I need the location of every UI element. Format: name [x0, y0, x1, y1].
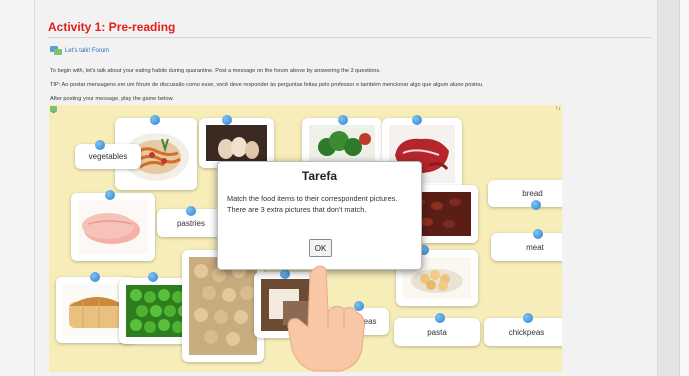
activity-title: Activity 1: Pre-reading	[48, 20, 176, 34]
drag-pin[interactable]	[533, 229, 543, 239]
drag-pin[interactable]	[186, 206, 196, 216]
drag-pin[interactable]	[531, 200, 541, 210]
label-chickpeas[interactable]: chickpeas	[484, 318, 562, 346]
game-sort-control[interactable]: ↑↓	[555, 106, 561, 112]
label-vegetables[interactable]: vegetables	[75, 144, 141, 169]
label-bread[interactable]: bread	[488, 180, 562, 207]
tip-paragraph: TIP: Ao postar mensagens em um fórum de …	[50, 82, 484, 88]
drag-pin[interactable]	[435, 313, 445, 323]
title-divider	[47, 37, 651, 38]
intro-paragraph: To begin with, let's talk about your eat…	[50, 68, 381, 74]
drag-pin[interactable]	[90, 272, 100, 282]
forum-link-text: Let's talk! Forum	[65, 47, 110, 54]
matching-game[interactable]: ↑↓ vegetables pastries bread meat peas p…	[49, 105, 562, 372]
drag-pin[interactable]	[150, 115, 160, 125]
picture-card-ham[interactable]	[71, 193, 155, 261]
drag-pin[interactable]	[95, 140, 105, 150]
drag-pin[interactable]	[105, 190, 115, 200]
forum-link[interactable]: Let's talk! Forum	[50, 46, 109, 55]
drag-pin[interactable]	[222, 115, 232, 125]
drag-pin[interactable]	[412, 115, 422, 125]
ham-image	[78, 200, 148, 254]
page-left-margin	[0, 0, 34, 376]
dialog-message: Match the food items to their correspond…	[227, 194, 398, 214]
right-gutter	[657, 0, 679, 376]
forum-icon	[50, 46, 62, 55]
scrollbar[interactable]	[679, 0, 689, 376]
drag-pin[interactable]	[338, 115, 348, 125]
activity-content: Activity 1: Pre-reading Let's talk! Foru…	[34, 0, 658, 376]
dialog-title: Tarefa	[301, 169, 338, 183]
pointing-hand-icon	[287, 265, 365, 372]
task-dialog: Tarefa Match the food items to their cor…	[217, 161, 422, 270]
drag-pin[interactable]	[523, 313, 533, 323]
eggs-image	[206, 125, 267, 161]
broccoli-image	[309, 125, 375, 161]
label-meat[interactable]: meat	[491, 233, 562, 261]
instruction-paragraph: After posting your message, play the gam…	[50, 96, 174, 102]
game-header-icon	[50, 106, 57, 113]
drag-pin[interactable]	[148, 272, 158, 282]
chickpeas-image	[189, 257, 257, 355]
ok-button[interactable]: OK	[309, 239, 332, 257]
